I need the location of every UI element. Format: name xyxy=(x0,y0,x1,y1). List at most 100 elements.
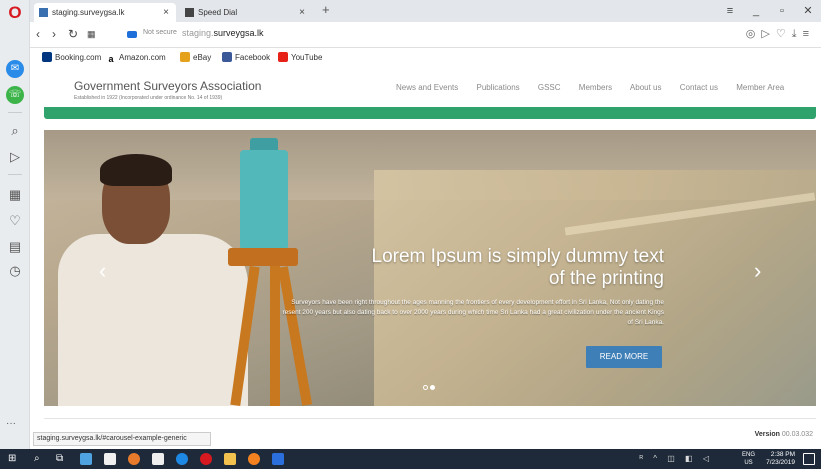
carousel-description-line: Surveyors have been right throughout the… xyxy=(291,299,664,306)
clock-time: 2:38 PM xyxy=(770,451,795,458)
security-indicator[interactable]: Not secure xyxy=(143,29,177,36)
carousel-description-line: resent 200 years but also dating back to… xyxy=(282,309,664,316)
site-title[interactable]: Government Surveyors Association xyxy=(74,79,261,93)
youtube-icon xyxy=(278,52,288,62)
vscode-icon[interactable] xyxy=(272,453,284,465)
version-text: Version 00.03.032 xyxy=(755,431,813,438)
bookmark-ebay[interactable]: eBay xyxy=(180,52,211,63)
tab-menu-icon[interactable]: ≡ xyxy=(717,0,743,22)
tab-speed-dial[interactable]: Speed Dial × xyxy=(180,3,312,22)
site-header: Government Surveyors Association Establi… xyxy=(30,68,821,108)
nav-member-area[interactable]: Member Area xyxy=(736,83,784,92)
send-icon[interactable]: ▷ xyxy=(761,28,775,40)
tab-title: Speed Dial xyxy=(198,8,238,17)
address-bar-actions: ◎▷♡⤓≡ xyxy=(746,27,815,41)
keyboard-region: US xyxy=(744,460,753,466)
clock-date: 7/23/2019 xyxy=(766,459,795,466)
bookmark-label: Booking.com xyxy=(55,53,102,62)
tab-bar: staging.surveygsa.lk × Speed Dial × + ≡ _… xyxy=(30,0,821,22)
camera-icon[interactable]: ◎ xyxy=(746,28,762,40)
easy-setup-icon[interactable]: ≡ xyxy=(803,28,815,40)
nav-publications[interactable]: Publications xyxy=(477,83,520,92)
heart-icon[interactable]: ♡ xyxy=(6,212,24,230)
tripod-leg-image xyxy=(270,266,280,406)
bookmarks-bar: Booking.com a Amazon.com eBay Facebook Yo… xyxy=(30,48,821,68)
mail-icon[interactable] xyxy=(152,453,164,465)
carousel-title: Lorem Ipsum is simply dummy text of the … xyxy=(334,246,664,290)
app-icon[interactable] xyxy=(80,453,92,465)
flow-icon[interactable]: ▷ xyxy=(6,148,24,166)
screen: O ✉ ☏ ⌕ ▷ ▦ ♡ ▤ ◷ ··· staging.surveygsa.… xyxy=(0,0,821,469)
tab-staging[interactable]: staging.surveygsa.lk × xyxy=(34,3,176,22)
language-indicator[interactable]: ENG US xyxy=(742,451,755,467)
close-tab-icon[interactable]: × xyxy=(299,3,305,22)
edge-icon[interactable] xyxy=(176,453,188,465)
forward-icon[interactable]: › xyxy=(52,27,56,41)
nav-members[interactable]: Members xyxy=(579,83,612,92)
minimize-icon[interactable]: _ xyxy=(743,0,769,22)
carousel-description-line: of Sri Lanka. xyxy=(627,319,665,326)
vpn-badge-icon[interactable] xyxy=(127,31,137,38)
notification-icon[interactable] xyxy=(803,453,815,465)
sidebar-divider xyxy=(8,174,22,175)
version-number: 00.03.032 xyxy=(781,431,813,438)
firefox-icon[interactable] xyxy=(128,453,140,465)
close-window-icon[interactable]: ✕ xyxy=(795,0,821,22)
speed-dial-icon[interactable]: ▦ xyxy=(6,186,24,204)
carousel-prev-icon[interactable]: ‹ xyxy=(99,258,106,284)
new-tab-button[interactable]: + xyxy=(322,2,330,17)
opera-logo-icon[interactable]: O xyxy=(6,4,24,22)
amazon-icon: a xyxy=(106,54,116,64)
ebay-icon xyxy=(180,52,190,62)
download-icon[interactable]: ⤓ xyxy=(792,28,803,40)
tripod-head-image xyxy=(228,248,298,266)
bookmark-youtube[interactable]: YouTube xyxy=(278,52,322,63)
surveyor-hair-image xyxy=(100,154,172,186)
history-icon[interactable]: ◷ xyxy=(6,262,24,280)
tripod-leg-image xyxy=(277,266,313,406)
speed-dial-icon[interactable]: ▦ xyxy=(87,29,96,40)
carousel-indicator-1[interactable] xyxy=(423,385,428,390)
bookmark-label: Amazon.com xyxy=(119,53,166,62)
bookmark-label: Facebook xyxy=(235,53,271,62)
whatsapp-icon[interactable]: ☏ xyxy=(6,86,24,104)
facebook-icon xyxy=(222,52,232,62)
status-url-tooltip: staging.surveygsa.lk/#carousel-example-g… xyxy=(33,432,211,446)
site-subtitle: Established in 1922 (Incorporated under … xyxy=(74,95,223,101)
search-icon[interactable]: ⌕ xyxy=(6,122,24,140)
url-field[interactable]: staging.surveygsa.lk xyxy=(182,28,264,38)
address-bar: ‹ › ↻ ▦ Not secure staging.surveygsa.lk … xyxy=(30,22,821,48)
windows-start-icon[interactable]: ⊞ xyxy=(8,453,20,465)
messenger-icon[interactable]: ✉ xyxy=(6,60,24,78)
more-icon[interactable]: ··· xyxy=(6,418,16,429)
nav-gssc[interactable]: GSSC xyxy=(538,83,561,92)
chrome-icon[interactable] xyxy=(248,453,260,465)
nav-contact-us[interactable]: Contact us xyxy=(680,83,718,92)
system-tray-icons[interactable]: ᴿ ^ ◫ ◧ ◁ xyxy=(639,454,713,463)
maximize-icon[interactable]: ▫ xyxy=(769,0,795,22)
store-icon[interactable] xyxy=(224,453,236,465)
news-icon[interactable]: ▤ xyxy=(6,238,24,256)
carousel-indicator-2[interactable] xyxy=(430,385,435,390)
carousel-indicators xyxy=(423,377,437,395)
back-icon[interactable]: ‹ xyxy=(36,27,40,41)
file-icon[interactable] xyxy=(104,453,116,465)
reload-icon[interactable]: ↻ xyxy=(68,27,78,41)
bookmark-amazon[interactable]: a Amazon.com xyxy=(106,52,166,64)
bookmark-heart-icon[interactable]: ♡ xyxy=(776,28,792,40)
bookmark-booking[interactable]: Booking.com xyxy=(42,52,101,63)
hero-carousel: Lorem Ipsum is simply dummy text of the … xyxy=(44,130,816,406)
bookmark-facebook[interactable]: Facebook xyxy=(222,52,270,63)
read-more-button[interactable]: READ MORE xyxy=(586,346,662,368)
web-page: Government Surveyors Association Establi… xyxy=(30,68,821,449)
task-view-icon[interactable]: ⧉ xyxy=(56,453,68,465)
window-controls: ≡ _ ▫ ✕ xyxy=(717,0,821,22)
clock[interactable]: 2:38 PM 7/23/2019 xyxy=(766,451,795,467)
search-icon[interactable]: ⌕ xyxy=(34,453,46,465)
carousel-next-icon[interactable]: › xyxy=(754,258,761,284)
nav-news-and-events[interactable]: News and Events xyxy=(396,83,458,92)
close-tab-icon[interactable]: × xyxy=(163,3,169,22)
opera-taskbar-icon[interactable] xyxy=(200,453,212,465)
nav-about-us[interactable]: About us xyxy=(630,83,662,92)
version-label: Version xyxy=(754,431,780,438)
